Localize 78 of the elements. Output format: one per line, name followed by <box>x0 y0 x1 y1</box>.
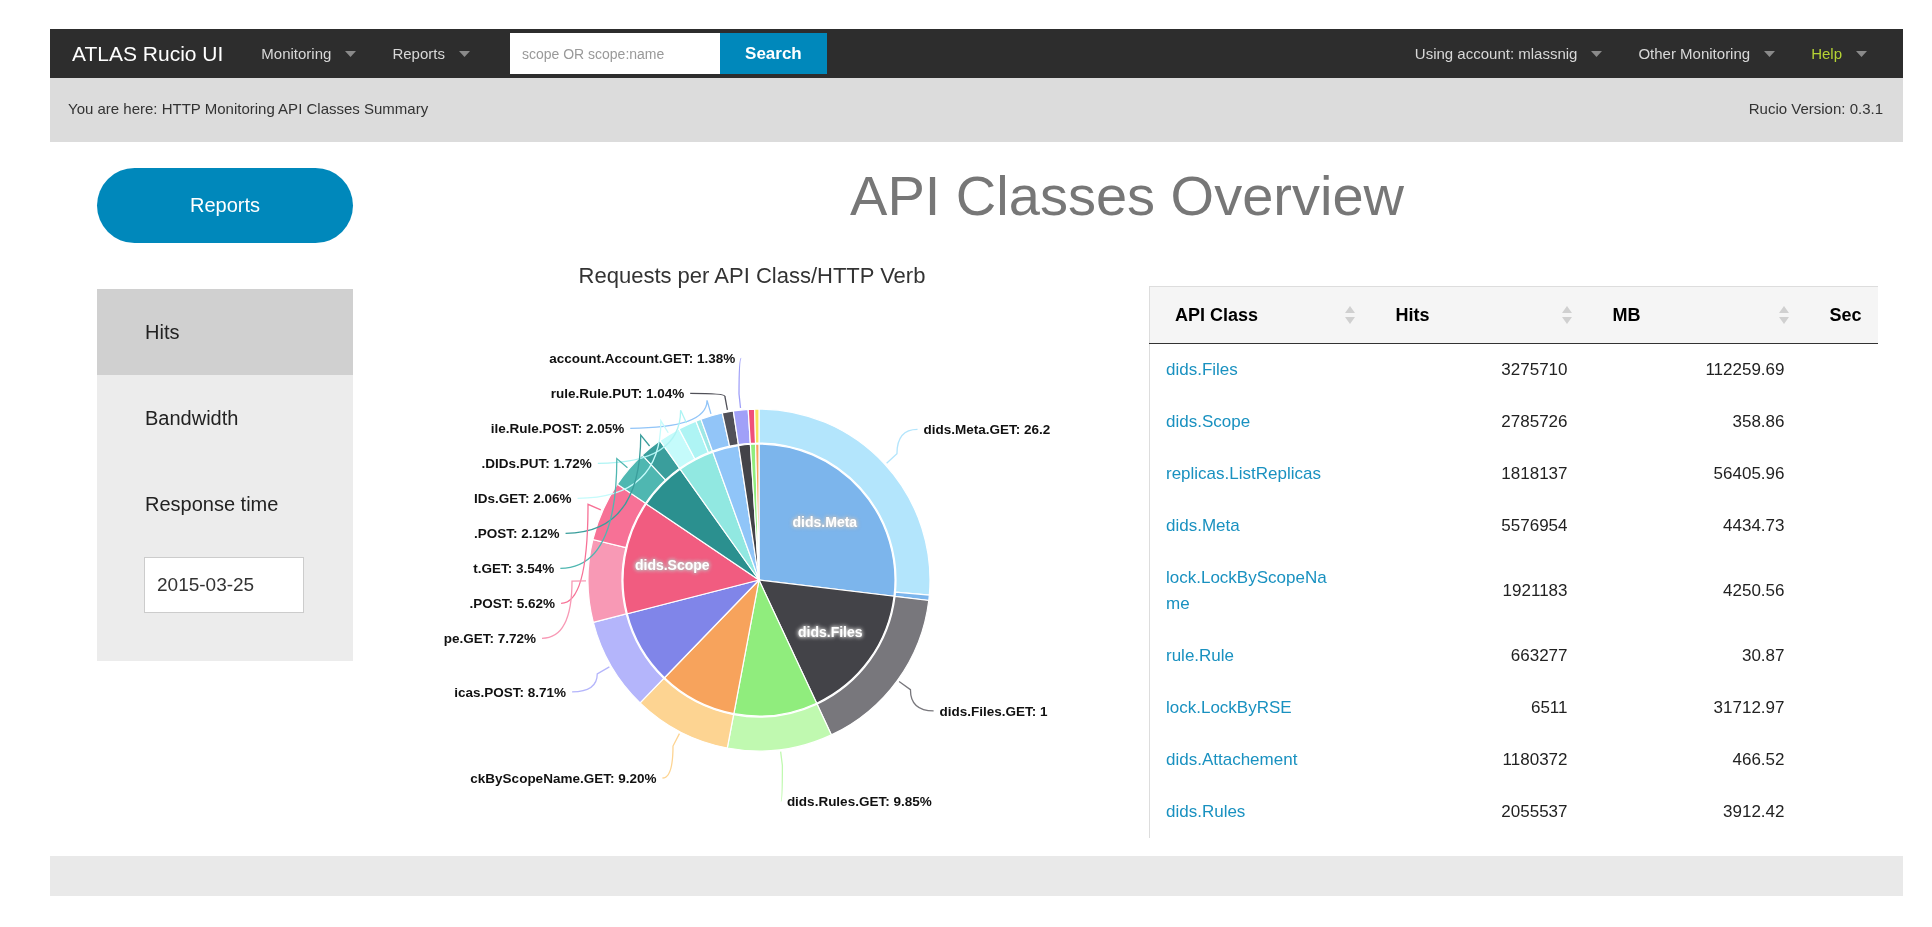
chart-label: pe.GET: 7.72% <box>443 631 536 647</box>
chart-label: .DIDs.PUT: 1.72% <box>481 456 592 472</box>
chart-label: ckByScopeName.GET: 9.20% <box>470 771 657 786</box>
column-header[interactable]: API Class <box>1149 286 1371 344</box>
table-cell-text: 2785726 <box>1500 411 1569 433</box>
chart-label: t.GET: 3.54% <box>473 561 555 577</box>
chart-label: ile.Rule.POST: 2.05% <box>490 421 625 437</box>
class-link[interactable]: replicas.ListReplicas <box>1166 461 1321 487</box>
breadcrumb: You are here: HTTP Monitoring API Classes Summary <box>68 100 429 119</box>
leader-line <box>780 751 784 802</box>
sort-icon[interactable] <box>1778 306 1789 324</box>
chart-label: rule.Rule.PUT: 1.04% <box>550 386 685 402</box>
class-link[interactable]: dids.Files <box>1166 357 1238 383</box>
slice-label: dids.Scope <box>634 557 710 573</box>
table-cell-text: 4434.73 <box>1722 515 1786 537</box>
nav-menu[interactable]: Monitoring <box>261 45 357 62</box>
sidebar-item[interactable]: Bandwidth <box>97 375 353 461</box>
table-cell-text: 56405.96 <box>1712 463 1786 485</box>
leader-line <box>885 428 919 464</box>
version-text: Rucio Version: 0.3.1 <box>1748 100 1883 119</box>
nav-menu[interactable]: Help <box>1811 45 1867 62</box>
brand-title[interactable]: ATLAS Rucio UI <box>72 41 224 66</box>
table-cell-text: 1921183 <box>1501 580 1569 602</box>
table-cell-text: 3912.42 <box>1722 801 1786 823</box>
sort-icon[interactable] <box>1344 306 1355 324</box>
nav-menu[interactable]: Other Monitoring <box>1638 45 1776 62</box>
search-button[interactable]: Search <box>719 33 827 74</box>
table-cell: 3275710 <box>1370 343 1588 396</box>
caret-icon <box>345 50 357 57</box>
table-cell-text: 2055537 <box>1500 801 1569 823</box>
class-link[interactable]: rule.Rule <box>1166 643 1235 669</box>
sidebar-item[interactable]: Hits <box>97 289 353 375</box>
caret-icon <box>1591 50 1603 57</box>
leader-line <box>738 357 742 409</box>
table-cell-text: 1818137 <box>1500 463 1569 485</box>
chart-label: dids.Meta.GET: 26.2 <box>923 422 1051 438</box>
nav-menu[interactable]: Using account: mlassnig <box>1414 45 1603 62</box>
class-link[interactable]: dids.Rules <box>1166 799 1246 825</box>
chart-label: .POST: 2.12% <box>474 526 560 542</box>
class-link[interactable]: dids.Meta <box>1166 513 1240 539</box>
table-cell-text: 4250.56 <box>1722 580 1786 602</box>
leader-line <box>571 666 610 693</box>
date-field[interactable]: 2015-03-25 <box>144 557 304 613</box>
caret-icon <box>1764 50 1776 57</box>
chart-label: IDs.GET: 2.06% <box>474 491 572 507</box>
page-title: API Classes Overview <box>849 164 1405 228</box>
chart-label: dids.Files.GET: 1 <box>939 703 1048 719</box>
table-cell-text: 358.86 <box>1731 411 1786 433</box>
sort-icon[interactable] <box>1561 306 1572 324</box>
table-cell-text: 1180372 <box>1501 749 1569 771</box>
class-link[interactable]: dids.Scope <box>1166 409 1251 435</box>
leader-line <box>661 732 681 779</box>
table-cell-text: 30.87 <box>1740 645 1786 667</box>
chart-label: .POST: 5.62% <box>469 596 556 612</box>
table-cell-text: 31712.97 <box>1712 697 1786 719</box>
caret-icon <box>1856 50 1867 57</box>
leader-line <box>898 680 935 712</box>
slice-label: dids.Files <box>798 623 863 640</box>
sidebar-item[interactable]: Response time <box>97 461 353 547</box>
chart-label: account.Account.GET: 1.38% <box>549 351 736 367</box>
table-cell-text: 6511 <box>1529 697 1569 719</box>
column-header[interactable]: Hits <box>1370 286 1588 344</box>
caret-icon <box>458 50 470 57</box>
table-cell-text: 466.52 <box>1731 749 1786 771</box>
slice-label: dids.Meta <box>792 513 858 530</box>
class-link[interactable]: lock.LockByRSE <box>1166 695 1292 721</box>
chart-label: icas.POST: 8.71% <box>454 684 567 700</box>
column-header[interactable]: Sec <box>1804 286 1878 344</box>
chart-label: dids.Rules.GET: 9.85% <box>786 794 932 808</box>
chart-title: Requests per API Class/HTTP Verb <box>578 263 926 288</box>
nav-menu[interactable]: Reports <box>392 45 470 62</box>
class-link[interactable]: dids.Attachement <box>1166 747 1298 773</box>
reports-button[interactable]: Reports <box>97 168 353 243</box>
table-cell-text: 663277 <box>1509 645 1569 667</box>
column-header[interactable]: MB <box>1587 286 1805 344</box>
table-cell-text: 5576954 <box>1500 515 1569 537</box>
class-link[interactable]: lock.LockByScopeName <box>1166 565 1336 617</box>
table-cell: 112259.69 <box>1587 343 1805 396</box>
